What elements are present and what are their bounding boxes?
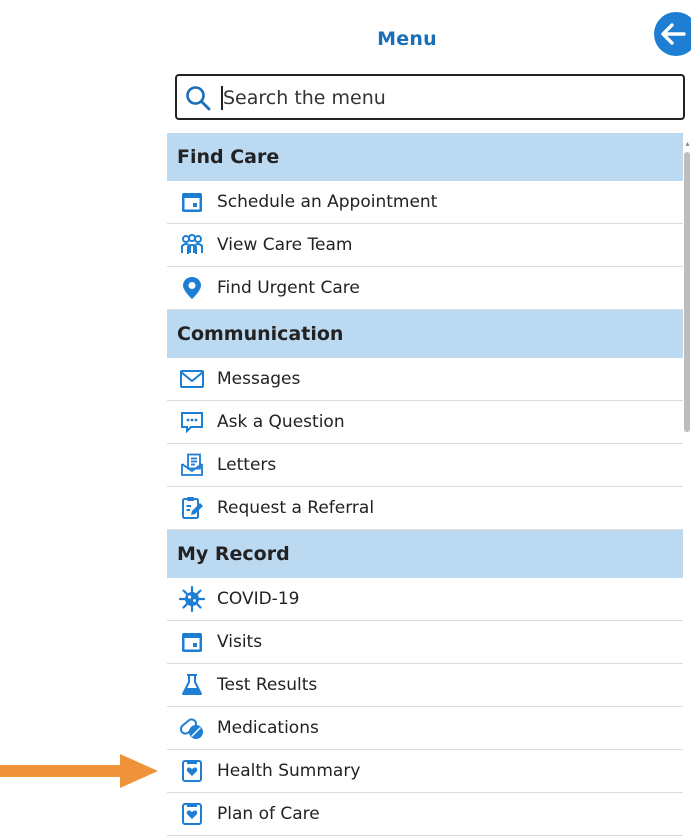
menu-item-ask-a-question[interactable]: Ask a Question [167,401,683,444]
menu-item-schedule-appointment[interactable]: Schedule an Appointment [167,181,683,224]
menu-item-view-care-team[interactable]: View Care Team [167,224,683,267]
search-icon [186,86,211,111]
menu-item-covid-19[interactable]: COVID-19 [167,578,683,621]
menu-item-label: Health Summary [217,761,361,781]
chat-bubble-icon [167,410,217,434]
menu-item-label: Messages [217,369,301,389]
menu-item-health-summary[interactable]: Health Summary [167,750,683,793]
scrollbar-up-arrow[interactable]: ▴ [684,139,691,149]
section-header-my-record: My Record [167,530,683,578]
arrow-left-icon [661,23,686,45]
menu-item-label: View Care Team [217,235,353,255]
location-pin-icon [167,276,217,300]
menu-item-label: Visits [217,632,263,652]
menu-item-label: COVID-19 [217,589,300,609]
search-input[interactable] [223,81,663,115]
menu-item-messages[interactable]: Messages [167,358,683,401]
menu-item-label: Letters [217,455,277,475]
search-box[interactable] [175,74,685,120]
flask-icon [167,673,217,697]
section-header-communication: Communication [167,310,683,358]
virus-icon [167,585,217,613]
menu-item-find-urgent-care[interactable]: Find Urgent Care [167,267,683,310]
health-summary-icon [167,760,217,782]
menu-item-label: Plan of Care [217,804,320,824]
menu-item-letters[interactable]: Letters [167,444,683,487]
section-header-find-care: Find Care [167,133,683,181]
menu-item-plan-of-care[interactable]: Plan of Care [167,793,683,836]
menu-item-label: Find Urgent Care [217,278,360,298]
calendar-icon [167,630,217,654]
care-team-icon [167,233,217,257]
menu-list: Find Care Schedule an Appointment View C… [167,133,683,836]
letters-icon [167,453,217,477]
referral-clipboard-icon [167,496,217,520]
menu-item-medications[interactable]: Medications [167,707,683,750]
envelope-icon [167,368,217,390]
menu-item-label: Request a Referral [217,498,375,518]
menu-item-visits[interactable]: Visits [167,621,683,664]
pills-icon [167,716,217,740]
scrollbar-thumb[interactable] [684,152,690,432]
menu-item-label: Schedule an Appointment [217,192,438,212]
menu-item-label: Medications [217,718,319,738]
menu-item-label: Ask a Question [217,412,345,432]
back-button[interactable] [654,12,691,56]
page-title: Menu [377,28,437,50]
plan-of-care-icon [167,803,217,825]
menu-item-request-a-referral[interactable]: Request a Referral [167,487,683,530]
menu-item-test-results[interactable]: Test Results [167,664,683,707]
calendar-icon [167,190,217,214]
annotation-arrow-icon [0,754,158,788]
menu-item-label: Test Results [217,675,318,695]
